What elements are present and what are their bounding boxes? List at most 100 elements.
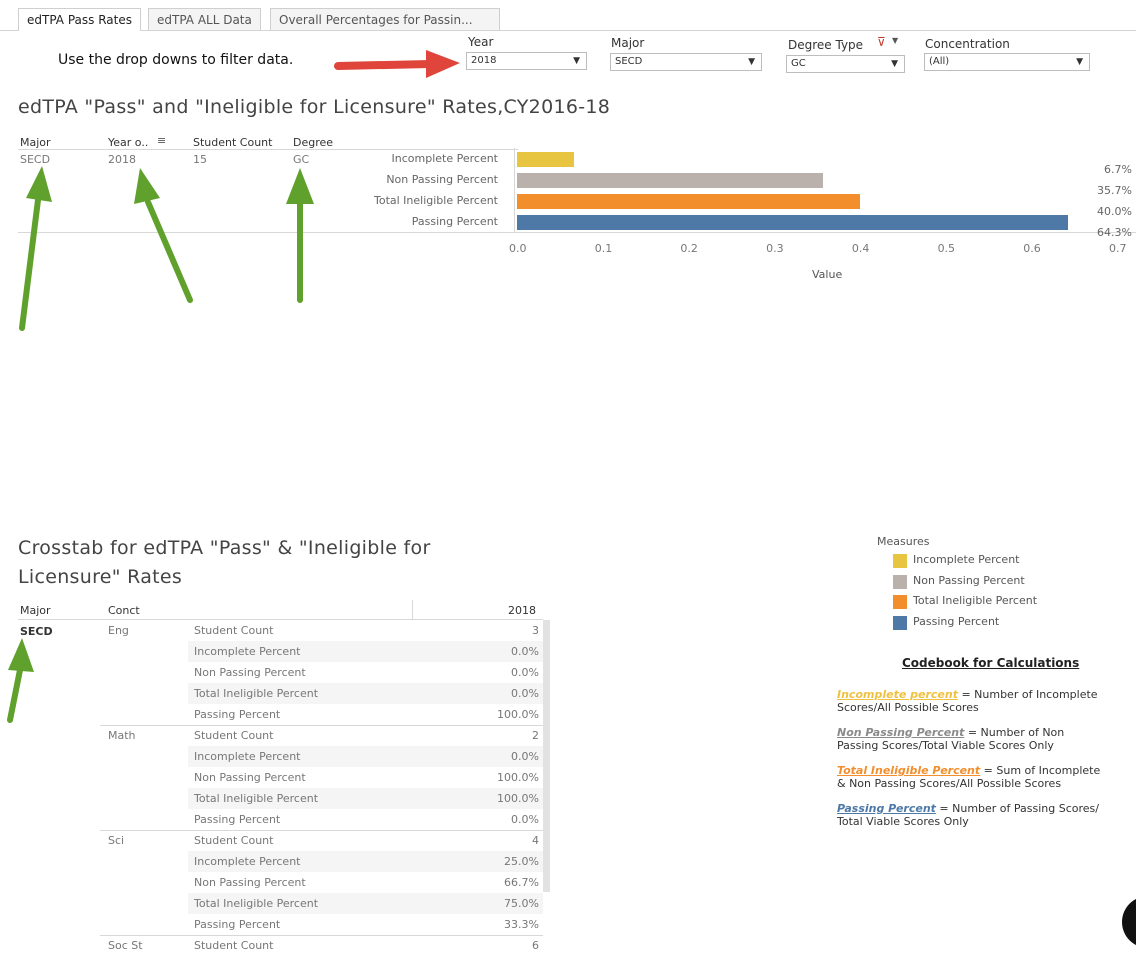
crosstab-row-value: 75.0%	[504, 897, 539, 910]
codebook-definition: = Number of Incomplete	[957, 688, 1098, 701]
x-tick-label: 0.3	[766, 242, 784, 255]
crosstab-row: Student Count 2	[188, 725, 543, 746]
bar[interactable]	[517, 194, 860, 209]
codebook-term: Non Passing Percent	[837, 726, 965, 739]
green-arrows-icon	[19, 166, 314, 331]
col-header-year: Year o..	[108, 136, 149, 149]
crosstab-row: Passing Percent 100.0%	[188, 704, 543, 725]
crosstab-row-value: 0.0%	[511, 813, 539, 826]
x-tick-label: 0.4	[851, 242, 870, 255]
col-header-student-count: Student Count	[193, 136, 273, 149]
x-axis-label: Value	[812, 268, 843, 281]
tab-edtpa-pass-rates[interactable]: edTPA Pass Rates	[18, 8, 141, 31]
legend-label: Total Ineligible Percent	[913, 594, 1038, 607]
crosstab-row-label: Incomplete Percent	[194, 855, 301, 868]
legend-label: Non Passing Percent	[913, 573, 1025, 587]
crosstab-row-label: Student Count	[194, 624, 274, 637]
codebook-definition: = Sum of Incomplete	[980, 764, 1101, 777]
legend-title: Measures	[877, 535, 930, 548]
legend-label: Incomplete Percent	[913, 553, 1020, 566]
crosstab-row-value: 4	[532, 834, 539, 847]
crosstab-row: Non Passing Percent 100.0%	[188, 767, 543, 788]
chevron-down-icon: ▼	[891, 59, 898, 69]
major-filter-label: Major	[611, 36, 645, 50]
codebook-entry: Non Passing Percent = Number of Non Passi…	[837, 726, 1136, 752]
clear-filter-icon[interactable]: ⊽	[877, 35, 886, 49]
crosstab-row-label: Non Passing Percent	[194, 666, 306, 679]
legend-label: Passing Percent	[913, 614, 1000, 628]
codebook-term: Total Ineligible Percent	[837, 764, 981, 777]
codebook-term: Passing Percent	[837, 802, 936, 815]
sort-icon[interactable]: ≡	[157, 134, 166, 147]
scrollbar[interactable]	[543, 620, 550, 892]
bar-label: Incomplete Percent	[391, 152, 498, 165]
bar-value-label: 35.7%	[1097, 184, 1132, 197]
red-arrow-icon	[334, 50, 460, 78]
concentration-select-value: (All)	[929, 56, 950, 67]
tab-edtpa-all-data[interactable]: edTPA ALL Data	[148, 8, 261, 30]
x-tick-label: 0.6	[1023, 242, 1041, 255]
crosstab-row-value: 100.0%	[497, 771, 539, 784]
crosstab-row: Incomplete Percent 0.0%	[188, 641, 543, 662]
crosstab-group-label: Eng	[108, 624, 129, 637]
major-select[interactable]: SECD ▼	[610, 53, 762, 71]
help-button[interactable]	[1122, 896, 1136, 948]
tab-overall-percentages[interactable]: Overall Percentages for Passin...	[270, 8, 500, 30]
bar[interactable]	[517, 173, 823, 188]
crosstab-row-value: 0.0%	[511, 666, 539, 679]
crosstab-row: Passing Percent 0.0%	[188, 809, 543, 830]
legend-swatch	[893, 615, 907, 630]
crosstab-row-value: 6	[532, 939, 539, 952]
degree-type-select-value: GC	[791, 58, 806, 69]
concentration-filter-label: Concentration	[925, 37, 1010, 51]
crosstab-row-label: Student Count	[194, 729, 274, 742]
crosstab-row-label: Non Passing Percent	[194, 771, 306, 784]
crosstab-row: Student Count 4	[188, 830, 543, 851]
crosstab-row: Non Passing Percent 0.0%	[188, 662, 543, 683]
codebook-term: Incomplete percent	[837, 688, 958, 701]
bar[interactable]	[517, 152, 574, 167]
crosstab-row-value: 2	[532, 729, 539, 742]
year-select[interactable]: 2018 ▼	[466, 52, 587, 70]
tab-bar: edTPA Pass Rates edTPA ALL Data Overall …	[0, 0, 1136, 32]
crosstab-row: Student Count 6	[188, 935, 543, 956]
crosstab-group-label: Soc St	[108, 939, 143, 952]
concentration-select[interactable]: (All) ▼	[924, 53, 1090, 71]
bar-value-label: 40.0%	[1097, 205, 1132, 218]
filter-hint: Use the drop downs to filter data.	[58, 52, 294, 68]
crosstab-row-label: Total Ineligible Percent	[194, 687, 319, 700]
codebook-definition-cont: Scores/All Possible Scores	[837, 701, 979, 714]
crosstab-major: SECD	[20, 625, 53, 638]
crosstab-row: Total Ineligible Percent 100.0%	[188, 788, 543, 809]
codebook-entry: Passing Percent = Number of Passing Scor…	[837, 802, 1136, 828]
codebook-definition-cont: Passing Scores/Total Viable Scores Only	[837, 739, 1054, 752]
x-tick-label: 0.5	[937, 242, 956, 255]
crosstab-group-label: Sci	[108, 834, 125, 847]
y-axis-line	[514, 148, 515, 232]
crosstab-row-value: 33.3%	[504, 918, 539, 931]
legend-swatch	[893, 574, 907, 589]
crosstab-row-label: Incomplete Percent	[194, 750, 301, 763]
bar-value-label: 64.3%	[1097, 226, 1132, 239]
crosstab-row: Total Ineligible Percent 75.0%	[188, 893, 543, 914]
major-select-value: SECD	[615, 56, 643, 67]
crosstab-row-value: 100.0%	[497, 792, 539, 805]
degree-type-select[interactable]: GC ▼	[786, 55, 905, 73]
crosstab-row-value: 0.0%	[511, 750, 539, 763]
filter-menu-icon[interactable]: ▼	[892, 36, 898, 45]
crosstab-row-label: Student Count	[194, 939, 274, 952]
crosstab-group-label: Math	[108, 729, 136, 742]
crosstab-header-year: 2018	[508, 604, 536, 617]
x-tick-label: 0.1	[594, 242, 613, 255]
crosstab-row-value: 100.0%	[497, 708, 539, 721]
crosstab-row-label: Incomplete Percent	[194, 645, 301, 658]
codebook-definition: = Number of Non	[964, 726, 1065, 739]
legend-swatch	[893, 595, 907, 609]
crosstab-row: Total Ineligible Percent 0.0%	[188, 683, 543, 704]
crosstab-col-divider	[412, 600, 413, 620]
crosstab-row-label: Student Count	[194, 834, 274, 847]
crosstab-row-label: Non Passing Percent	[194, 876, 306, 889]
chevron-down-icon: ▼	[573, 56, 580, 66]
crosstab-row: Incomplete Percent 25.0%	[188, 851, 543, 872]
bar[interactable]	[517, 215, 1068, 230]
